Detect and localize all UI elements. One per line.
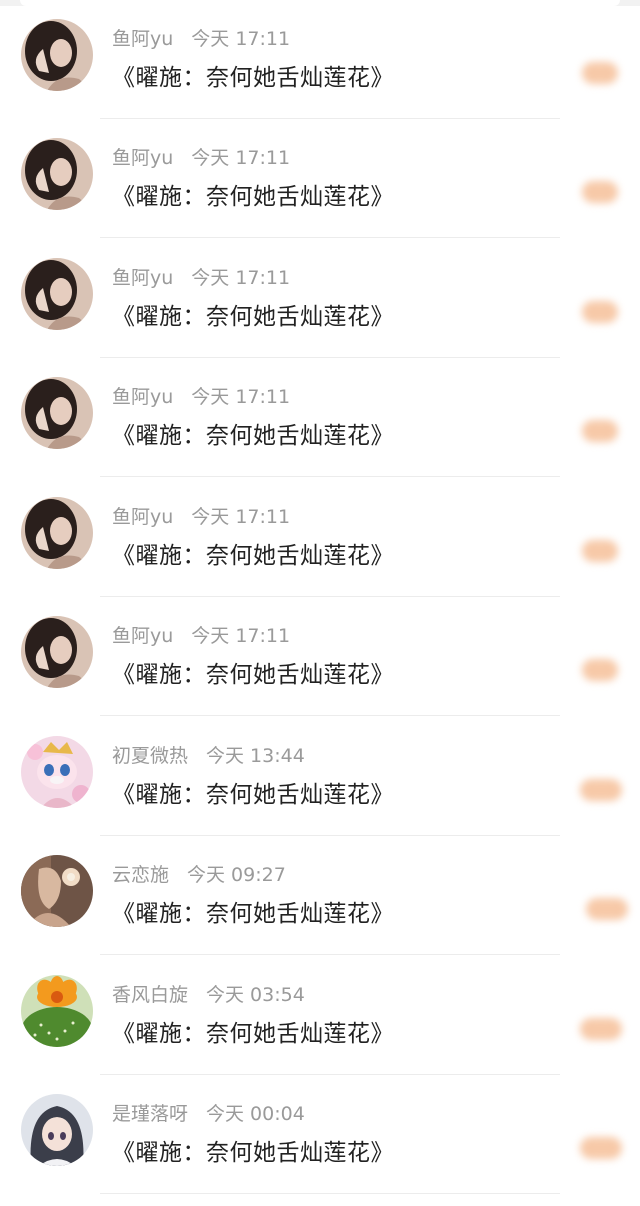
message-row[interactable]: 是瑾落呀 今天 00:04 《曜施：奈何她舌灿莲花》 [0, 1075, 640, 1194]
message-time: 今天 17:11 [191, 505, 291, 528]
message-meta: 鱼阿yu 今天 17:11 [112, 621, 290, 647]
message-row[interactable]: 鱼阿yu 今天 17:11 《曜施：奈何她舌灿莲花》 [0, 119, 640, 238]
message-meta: 鱼阿yu 今天 17:11 [112, 382, 290, 408]
message-meta: 是瑾落呀 今天 00:04 [112, 1099, 305, 1125]
unread-badge [580, 1018, 622, 1040]
illustration-girl-icon [21, 855, 93, 927]
plush-fox-icon [21, 736, 93, 808]
message-time: 今天 17:11 [191, 27, 291, 50]
message-title: 《曜施：奈何她舌灿莲花》 [112, 1021, 394, 1047]
unread-badge [580, 779, 622, 801]
unread-badge [582, 62, 618, 84]
divider [100, 237, 560, 238]
portrait-woman-icon [21, 616, 93, 688]
message-row[interactable]: 鱼阿yu 今天 17:11 《曜施：奈何她舌灿莲花》 [0, 597, 640, 716]
message-row[interactable]: 鱼阿yu 今天 17:11 《曜施：奈何她舌灿莲花》 [0, 478, 640, 597]
message-meta: 鱼阿yu 今天 17:11 [112, 24, 290, 50]
message-time: 今天 17:11 [191, 385, 291, 408]
unread-badge [582, 181, 618, 203]
message-row[interactable]: 初夏微热 今天 13:44 《曜施：奈何她舌灿莲花》 [0, 717, 640, 836]
portrait-woman-icon [21, 377, 93, 449]
sender-name: 是瑾落呀 [112, 1102, 189, 1125]
avatar[interactable] [21, 975, 93, 1047]
message-row[interactable]: 鱼阿yu 今天 17:11 《曜施：奈何她舌灿莲花》 [0, 239, 640, 358]
message-title: 《曜施：奈何她舌灿莲花》 [112, 782, 394, 808]
message-row[interactable]: 鱼阿yu 今天 17:11 《曜施：奈何她舌灿莲花》 [0, 358, 640, 477]
message-row[interactable]: 鱼阿yu 今天 17:11 《曜施：奈何她舌灿莲花》 [0, 0, 640, 119]
sender-name: 鱼阿yu [112, 385, 174, 408]
portrait-woman-icon [21, 497, 93, 569]
message-row[interactable]: 香风白旋 今天 03:54 《曜施：奈何她舌灿莲花》 [0, 956, 640, 1075]
divider [100, 476, 560, 477]
sender-name: 鱼阿yu [112, 266, 174, 289]
sender-name: 云恋施 [112, 863, 170, 886]
divider [100, 715, 560, 716]
avatar[interactable] [21, 19, 93, 91]
unread-badge [582, 659, 618, 681]
divider [100, 954, 560, 955]
unread-badge [580, 1137, 622, 1159]
message-title: 《曜施：奈何她舌灿莲花》 [112, 662, 394, 688]
sender-name: 香风白旋 [112, 983, 189, 1006]
anime-girl-icon [21, 1094, 93, 1166]
avatar[interactable] [21, 497, 93, 569]
message-meta: 鱼阿yu 今天 17:11 [112, 263, 290, 289]
cactus-flower-icon [21, 975, 93, 1047]
portrait-woman-icon [21, 138, 93, 210]
avatar[interactable] [21, 855, 93, 927]
message-time: 今天 17:11 [191, 266, 291, 289]
message-time: 今天 17:11 [191, 146, 291, 169]
unread-badge [582, 420, 618, 442]
avatar[interactable] [21, 616, 93, 688]
message-meta: 云恋施 今天 09:27 [112, 860, 286, 886]
message-title: 《曜施：奈何她舌灿莲花》 [112, 1140, 394, 1166]
sender-name: 鱼阿yu [112, 146, 174, 169]
portrait-woman-icon [21, 258, 93, 330]
avatar[interactable] [21, 258, 93, 330]
message-time: 今天 00:04 [206, 1102, 305, 1125]
divider [100, 1193, 560, 1194]
message-time: 今天 03:54 [206, 983, 305, 1006]
message-title: 《曜施：奈何她舌灿莲花》 [112, 901, 394, 927]
avatar[interactable] [21, 377, 93, 449]
message-time: 今天 13:44 [206, 744, 305, 767]
sender-name: 鱼阿yu [112, 505, 174, 528]
message-title: 《曜施：奈何她舌灿莲花》 [112, 184, 394, 210]
avatar[interactable] [21, 138, 93, 210]
message-title: 《曜施：奈何她舌灿莲花》 [112, 304, 394, 330]
message-meta: 鱼阿yu 今天 17:11 [112, 502, 290, 528]
message-title: 《曜施：奈何她舌灿莲花》 [112, 65, 394, 91]
unread-badge [582, 540, 618, 562]
avatar[interactable] [21, 736, 93, 808]
message-meta: 鱼阿yu 今天 17:11 [112, 143, 290, 169]
message-time: 今天 17:11 [191, 624, 291, 647]
message-meta: 香风白旋 今天 03:54 [112, 980, 305, 1006]
sender-name: 鱼阿yu [112, 27, 174, 50]
message-title: 《曜施：奈何她舌灿莲花》 [112, 423, 394, 449]
message-meta: 初夏微热 今天 13:44 [112, 741, 305, 767]
message-row[interactable]: 云恋施 今天 09:27 《曜施：奈何她舌灿莲花》 [0, 836, 640, 955]
avatar[interactable] [21, 1094, 93, 1166]
unread-badge [582, 301, 618, 323]
portrait-woman-icon [21, 19, 93, 91]
message-time: 今天 09:27 [187, 863, 286, 886]
message-title: 《曜施：奈何她舌灿莲花》 [112, 543, 394, 569]
sender-name: 鱼阿yu [112, 624, 174, 647]
unread-badge [586, 898, 628, 920]
sender-name: 初夏微热 [112, 744, 189, 767]
